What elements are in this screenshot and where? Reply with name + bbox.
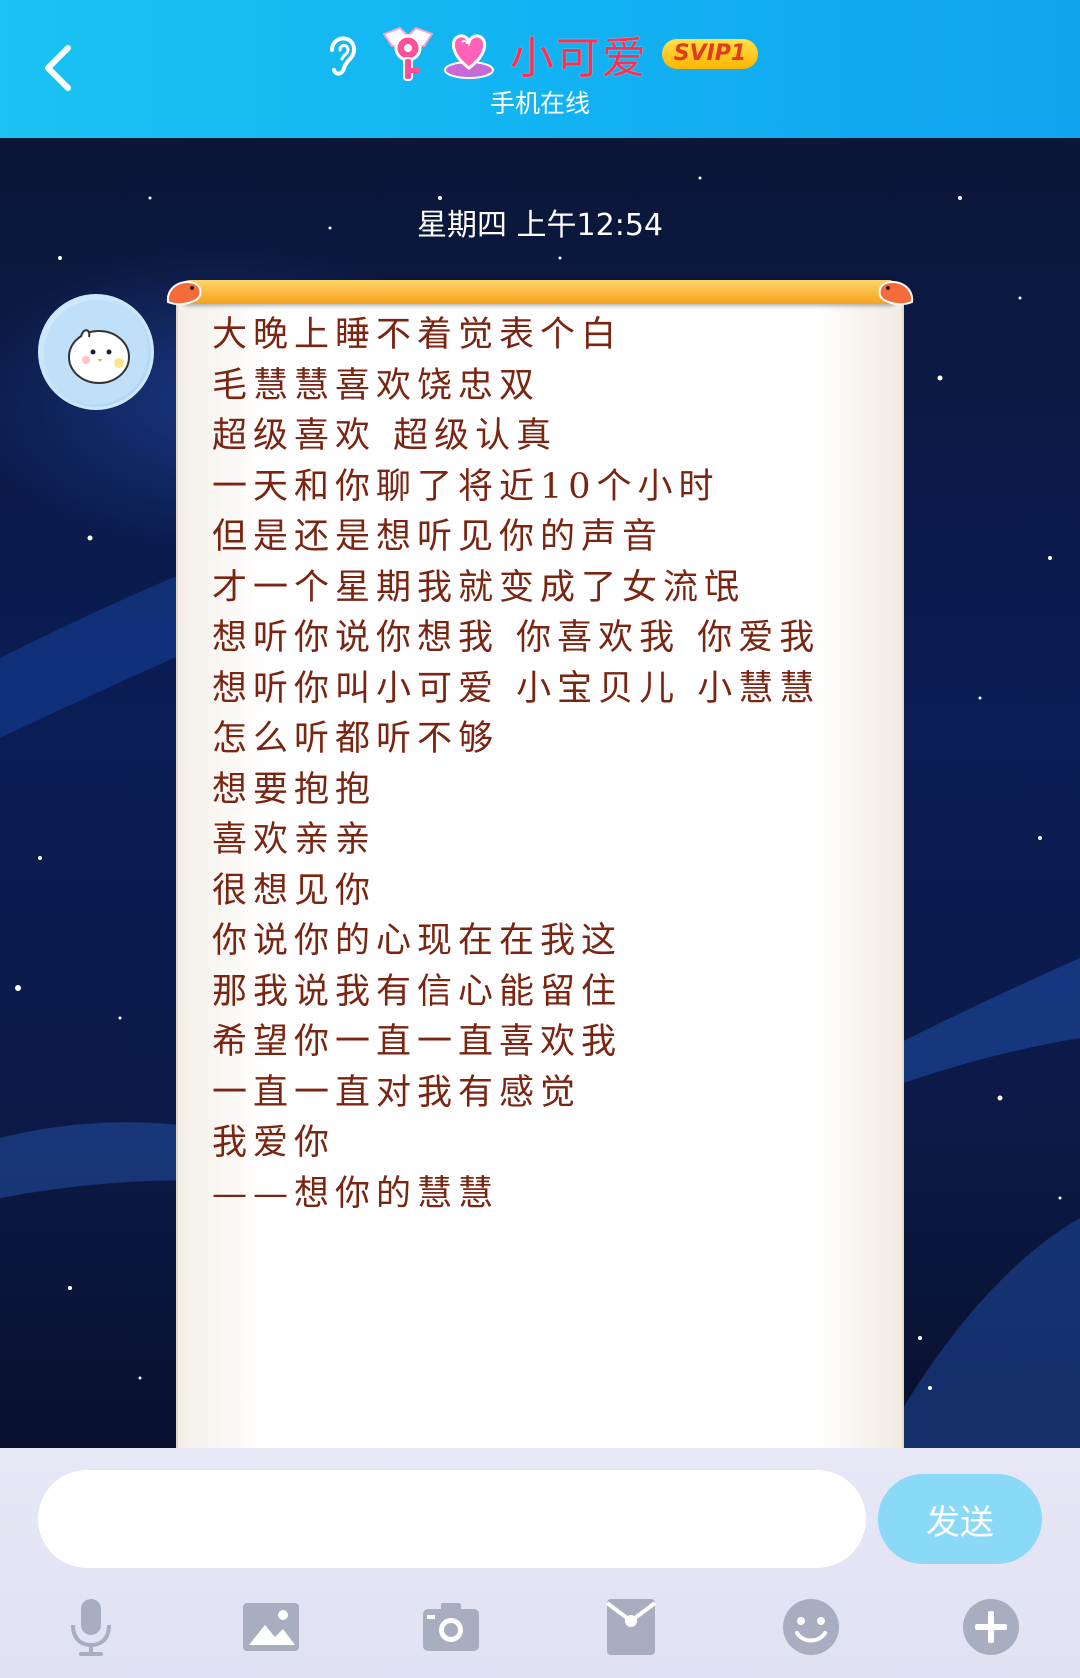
letter-line: 你说你的心现在在我这	[212, 921, 623, 961]
image-icon	[243, 1603, 299, 1651]
letter-line: 希望你一直一直喜欢我	[212, 1022, 623, 1062]
letter-scroll-bar-top	[178, 280, 900, 304]
image-button[interactable]	[236, 1592, 306, 1662]
letter-line: 怎么听都听不够	[212, 719, 500, 759]
title-row[interactable]: 小可爱 SVIP1	[0, 22, 1080, 86]
letter-line: 想听你说你想我 你喜欢我 你爱我	[212, 618, 821, 658]
emoji-icon	[783, 1599, 839, 1655]
shrimp-decoration-icon	[878, 281, 914, 306]
message-input[interactable]	[38, 1470, 866, 1568]
letter-line: 一天和你聊了将近10个小时	[212, 466, 720, 507]
letter-line: 但是还是想听见你的声音	[212, 517, 664, 557]
key-badge-icon	[382, 26, 434, 81]
input-bar: 发送	[0, 1448, 1080, 1678]
letter-line: 喜欢亲亲	[212, 820, 377, 860]
red-envelope-button[interactable]	[596, 1592, 666, 1662]
input-toolbar	[0, 1588, 1080, 1668]
letter-line: 毛慧慧喜欢饶忠双	[212, 365, 541, 406]
voice-button[interactable]	[56, 1592, 126, 1662]
red-envelope-icon	[605, 1599, 657, 1655]
letter-text: 大晚上睡不着觉表个白 毛慧慧喜欢饶忠双 超级喜欢 超级认真 一天和你聊了将近10…	[212, 310, 862, 1219]
chat-header: 小可爱 SVIP1 手机在线	[0, 0, 1080, 138]
letter-line: 很想见你	[212, 870, 377, 911]
svip-badge[interactable]: SVIP1	[661, 39, 759, 69]
letter-line: 超级喜欢 超级认真	[212, 416, 558, 456]
microphone-icon	[71, 1599, 111, 1656]
letter-line: 想听你叫小可爱 小宝贝儿 小慧慧	[212, 668, 821, 709]
letter-line: 我爱你	[212, 1123, 336, 1163]
letter-line: 想要抱抱	[212, 769, 377, 810]
avatar[interactable]	[38, 294, 154, 410]
contact-name[interactable]: 小可爱	[510, 22, 648, 86]
online-status: 手机在线	[489, 89, 590, 118]
shrimp-decoration-icon	[166, 281, 202, 306]
letter-message-bubble[interactable]: 大晚上睡不着觉表个白 毛慧慧喜欢饶忠双 超级喜欢 超级认真 一天和你聊了将近10…	[166, 280, 914, 1448]
letter-signature: ——想你的慧慧	[212, 1173, 500, 1214]
send-button[interactable]: 发送	[878, 1474, 1042, 1564]
camera-button[interactable]	[416, 1592, 486, 1662]
chat-area[interactable]: 星期四 上午12:54 大晚上睡不着觉表个白 毛慧慧喜欢饶忠双 超级喜欢 超级认…	[0, 138, 1080, 1448]
emoji-button[interactable]	[776, 1592, 846, 1662]
letter-line: 那我说我有信心能留住	[212, 971, 623, 1012]
more-button[interactable]	[956, 1592, 1026, 1662]
letter-line: 一直一直对我有感觉	[212, 1072, 582, 1113]
letter-line: 大晚上睡不着觉表个白	[212, 315, 623, 355]
camera-icon	[423, 1603, 479, 1651]
ear-icon	[329, 36, 356, 76]
heart-crown-icon	[443, 34, 494, 79]
plus-icon	[963, 1599, 1019, 1655]
message-timestamp: 星期四 上午12:54	[417, 208, 663, 243]
cartoon-bird-avatar	[44, 300, 148, 404]
letter-line: 才一个星期我就变成了女流氓	[212, 567, 746, 608]
